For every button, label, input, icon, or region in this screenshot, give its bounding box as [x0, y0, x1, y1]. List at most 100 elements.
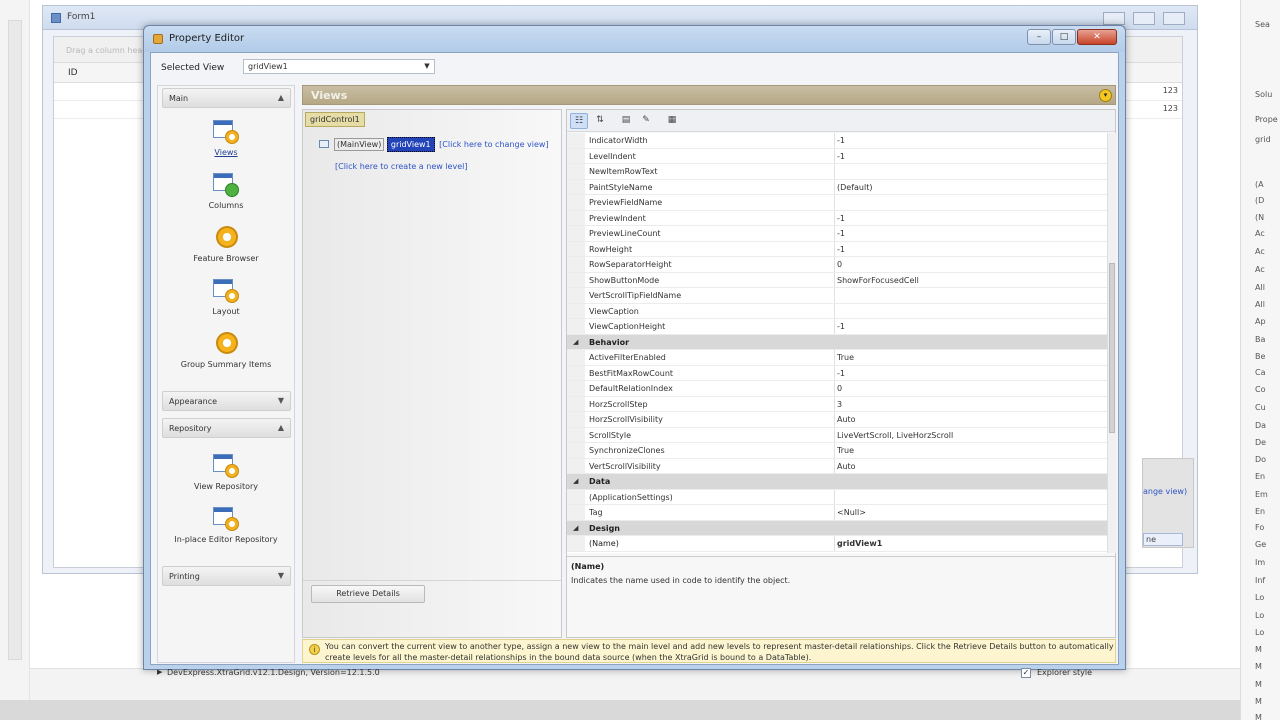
bg-maximize-button[interactable]	[1133, 12, 1155, 25]
ide-splitter[interactable]	[8, 20, 22, 660]
property-value[interactable]: -1	[837, 369, 845, 378]
properties-list-item[interactable]: All	[1255, 300, 1265, 309]
scrollbar-thumb[interactable]	[1109, 263, 1115, 433]
properties-list-item[interactable]: (A	[1255, 180, 1264, 189]
property-value[interactable]: LiveVertScroll, LiveHorzScroll	[837, 431, 953, 440]
property-value[interactable]: gridView1	[837, 539, 882, 548]
collapse-icon[interactable]: ▾	[1099, 89, 1112, 102]
properties-list-item[interactable]: Ca	[1255, 368, 1266, 377]
property-row[interactable]: DefaultRelationIndex 0	[567, 381, 1107, 397]
property-row[interactable]: ScrollStyle LiveVertScroll, LiveHorzScrol…	[567, 427, 1107, 443]
property-row[interactable]: IndicatorWidth -1	[567, 133, 1107, 149]
property-row[interactable]: VertScrollVisibility Auto	[567, 458, 1107, 474]
events-icon[interactable]: ▦	[663, 113, 681, 129]
property-value[interactable]: -1	[837, 229, 845, 238]
nav-item-columns[interactable]: Columns	[158, 171, 294, 210]
properties-list-item[interactable]: Prope	[1255, 115, 1278, 124]
selected-view-combo[interactable]: gridView1 ▼	[243, 59, 435, 74]
properties-list-item[interactable]: Ac	[1255, 247, 1265, 256]
categorized-icon[interactable]: ☷	[570, 113, 588, 129]
properties-list-item[interactable]: Em	[1255, 490, 1268, 499]
properties-list-item[interactable]: De	[1255, 438, 1266, 447]
nav-item-view-repository[interactable]: View Repository	[158, 452, 294, 491]
property-row[interactable]: ActiveFilterEnabled True	[567, 350, 1107, 366]
property-category[interactable]: ◢ Data	[567, 474, 1107, 490]
selected-view-node[interactable]: gridView1	[386, 137, 435, 152]
property-value[interactable]: True	[837, 446, 854, 455]
property-row[interactable]: LevelIndent -1	[567, 148, 1107, 164]
property-row[interactable]: ShowButtonMode ShowForFocusedCell	[567, 272, 1107, 288]
expand-arrow-icon[interactable]: ▶	[157, 668, 162, 676]
properties-list-item[interactable]: Solu	[1255, 90, 1272, 99]
property-value[interactable]: True	[837, 353, 854, 362]
nav-group-printing[interactable]: Printing ▼	[162, 566, 291, 586]
property-row[interactable]: NewItemRowText	[567, 164, 1107, 180]
property-row[interactable]: Tag <Null>	[567, 505, 1107, 521]
properties-list-item[interactable]: Ba	[1255, 335, 1265, 344]
property-row[interactable]: HorzScrollVisibility Auto	[567, 412, 1107, 428]
property-row[interactable]: (Name) gridView1	[567, 536, 1107, 552]
property-value[interactable]: Auto	[837, 462, 856, 471]
properties-list-item[interactable]: M	[1255, 697, 1262, 706]
peek-change-view-link[interactable]: ange view)	[1143, 487, 1187, 496]
property-row[interactable]: BestFitMaxRowCount -1	[567, 365, 1107, 381]
properties-list-item[interactable]: Cu	[1255, 403, 1266, 412]
explorer-style-checkbox[interactable]: ✓	[1021, 668, 1031, 678]
property-row[interactable]: HorzScrollStep 3	[567, 396, 1107, 412]
collapse-triangle-icon[interactable]: ◢	[573, 524, 578, 532]
dialog-titlebar[interactable]: Property Editor – □ ✕	[144, 26, 1125, 52]
nav-group-appearance[interactable]: Appearance ▼	[162, 391, 291, 411]
nav-item-inplace-editor-repository[interactable]: In-place Editor Repository	[158, 505, 294, 544]
close-button[interactable]: ✕	[1077, 29, 1117, 45]
property-value[interactable]: -1	[837, 136, 845, 145]
peek-button[interactable]: ne	[1143, 533, 1183, 546]
property-row[interactable]: PreviewLineCount -1	[567, 226, 1107, 242]
properties-list-item[interactable]: Lo	[1255, 628, 1264, 637]
properties-list-item[interactable]: M	[1255, 680, 1262, 689]
property-row[interactable]: SynchronizeClones True	[567, 443, 1107, 459]
property-row[interactable]: PreviewFieldName	[567, 195, 1107, 211]
properties-list-item[interactable]: Lo	[1255, 593, 1264, 602]
property-category[interactable]: ◢ Design	[567, 520, 1107, 536]
tree-root-grid-control[interactable]: gridControl1	[305, 112, 365, 127]
properties-list-item[interactable]: Inf	[1255, 576, 1265, 585]
properties-list-item[interactable]: Im	[1255, 558, 1265, 567]
property-row[interactable]: (ApplicationSettings)	[567, 489, 1107, 505]
property-pages-icon[interactable]: ▤	[617, 113, 635, 129]
properties-list-item[interactable]: grid	[1255, 135, 1271, 144]
property-row[interactable]: PaintStyleName (Default)	[567, 179, 1107, 195]
properties-list-item[interactable]: Lo	[1255, 611, 1264, 620]
minimize-button[interactable]: –	[1027, 29, 1051, 45]
property-row[interactable]: VertScrollTipFieldName	[567, 288, 1107, 304]
nav-group-repository[interactable]: Repository ▲	[162, 418, 291, 438]
property-value[interactable]: Auto	[837, 415, 856, 424]
property-value[interactable]: (Default)	[837, 183, 872, 192]
property-value[interactable]: -1	[837, 152, 845, 161]
properties-list-item[interactable]: Ge	[1255, 540, 1266, 549]
sort-alphabetical-icon[interactable]: ⇅	[591, 113, 609, 129]
properties-list-item[interactable]: Co	[1255, 385, 1265, 394]
properties-list-item[interactable]: Da	[1255, 421, 1266, 430]
bg-minimize-button[interactable]	[1103, 12, 1125, 25]
edit-icon[interactable]: ✎	[637, 113, 655, 129]
collapse-triangle-icon[interactable]: ◢	[573, 338, 578, 346]
property-value[interactable]: -1	[837, 322, 845, 331]
property-value[interactable]: ShowForFocusedCell	[837, 276, 919, 285]
create-new-level-link[interactable]: [Click here to create a new level]	[335, 162, 467, 171]
tree-level-main[interactable]: (MainView) gridView1 [Click here to chan…	[319, 137, 549, 152]
maximize-button[interactable]: □	[1052, 29, 1076, 45]
properties-list-item[interactable]: M	[1255, 645, 1262, 654]
property-value[interactable]: <Null>	[837, 508, 866, 517]
properties-list-item[interactable]: (D	[1255, 196, 1264, 205]
nav-item-layout[interactable]: Layout	[158, 277, 294, 316]
property-grid-scrollbar[interactable]	[1107, 133, 1116, 553]
nav-item-group-summary[interactable]: Group Summary Items	[158, 330, 294, 369]
properties-list-item[interactable]: Do	[1255, 455, 1266, 464]
properties-list-item[interactable]: Be	[1255, 352, 1265, 361]
nav-group-main[interactable]: Main ▲	[162, 88, 291, 108]
properties-list-item[interactable]: Ac	[1255, 265, 1265, 274]
properties-list-item[interactable]: Ac	[1255, 229, 1265, 238]
retrieve-details-button[interactable]: Retrieve Details	[311, 585, 425, 603]
property-row[interactable]: ViewCaptionHeight -1	[567, 319, 1107, 335]
property-value[interactable]: 0	[837, 260, 842, 269]
